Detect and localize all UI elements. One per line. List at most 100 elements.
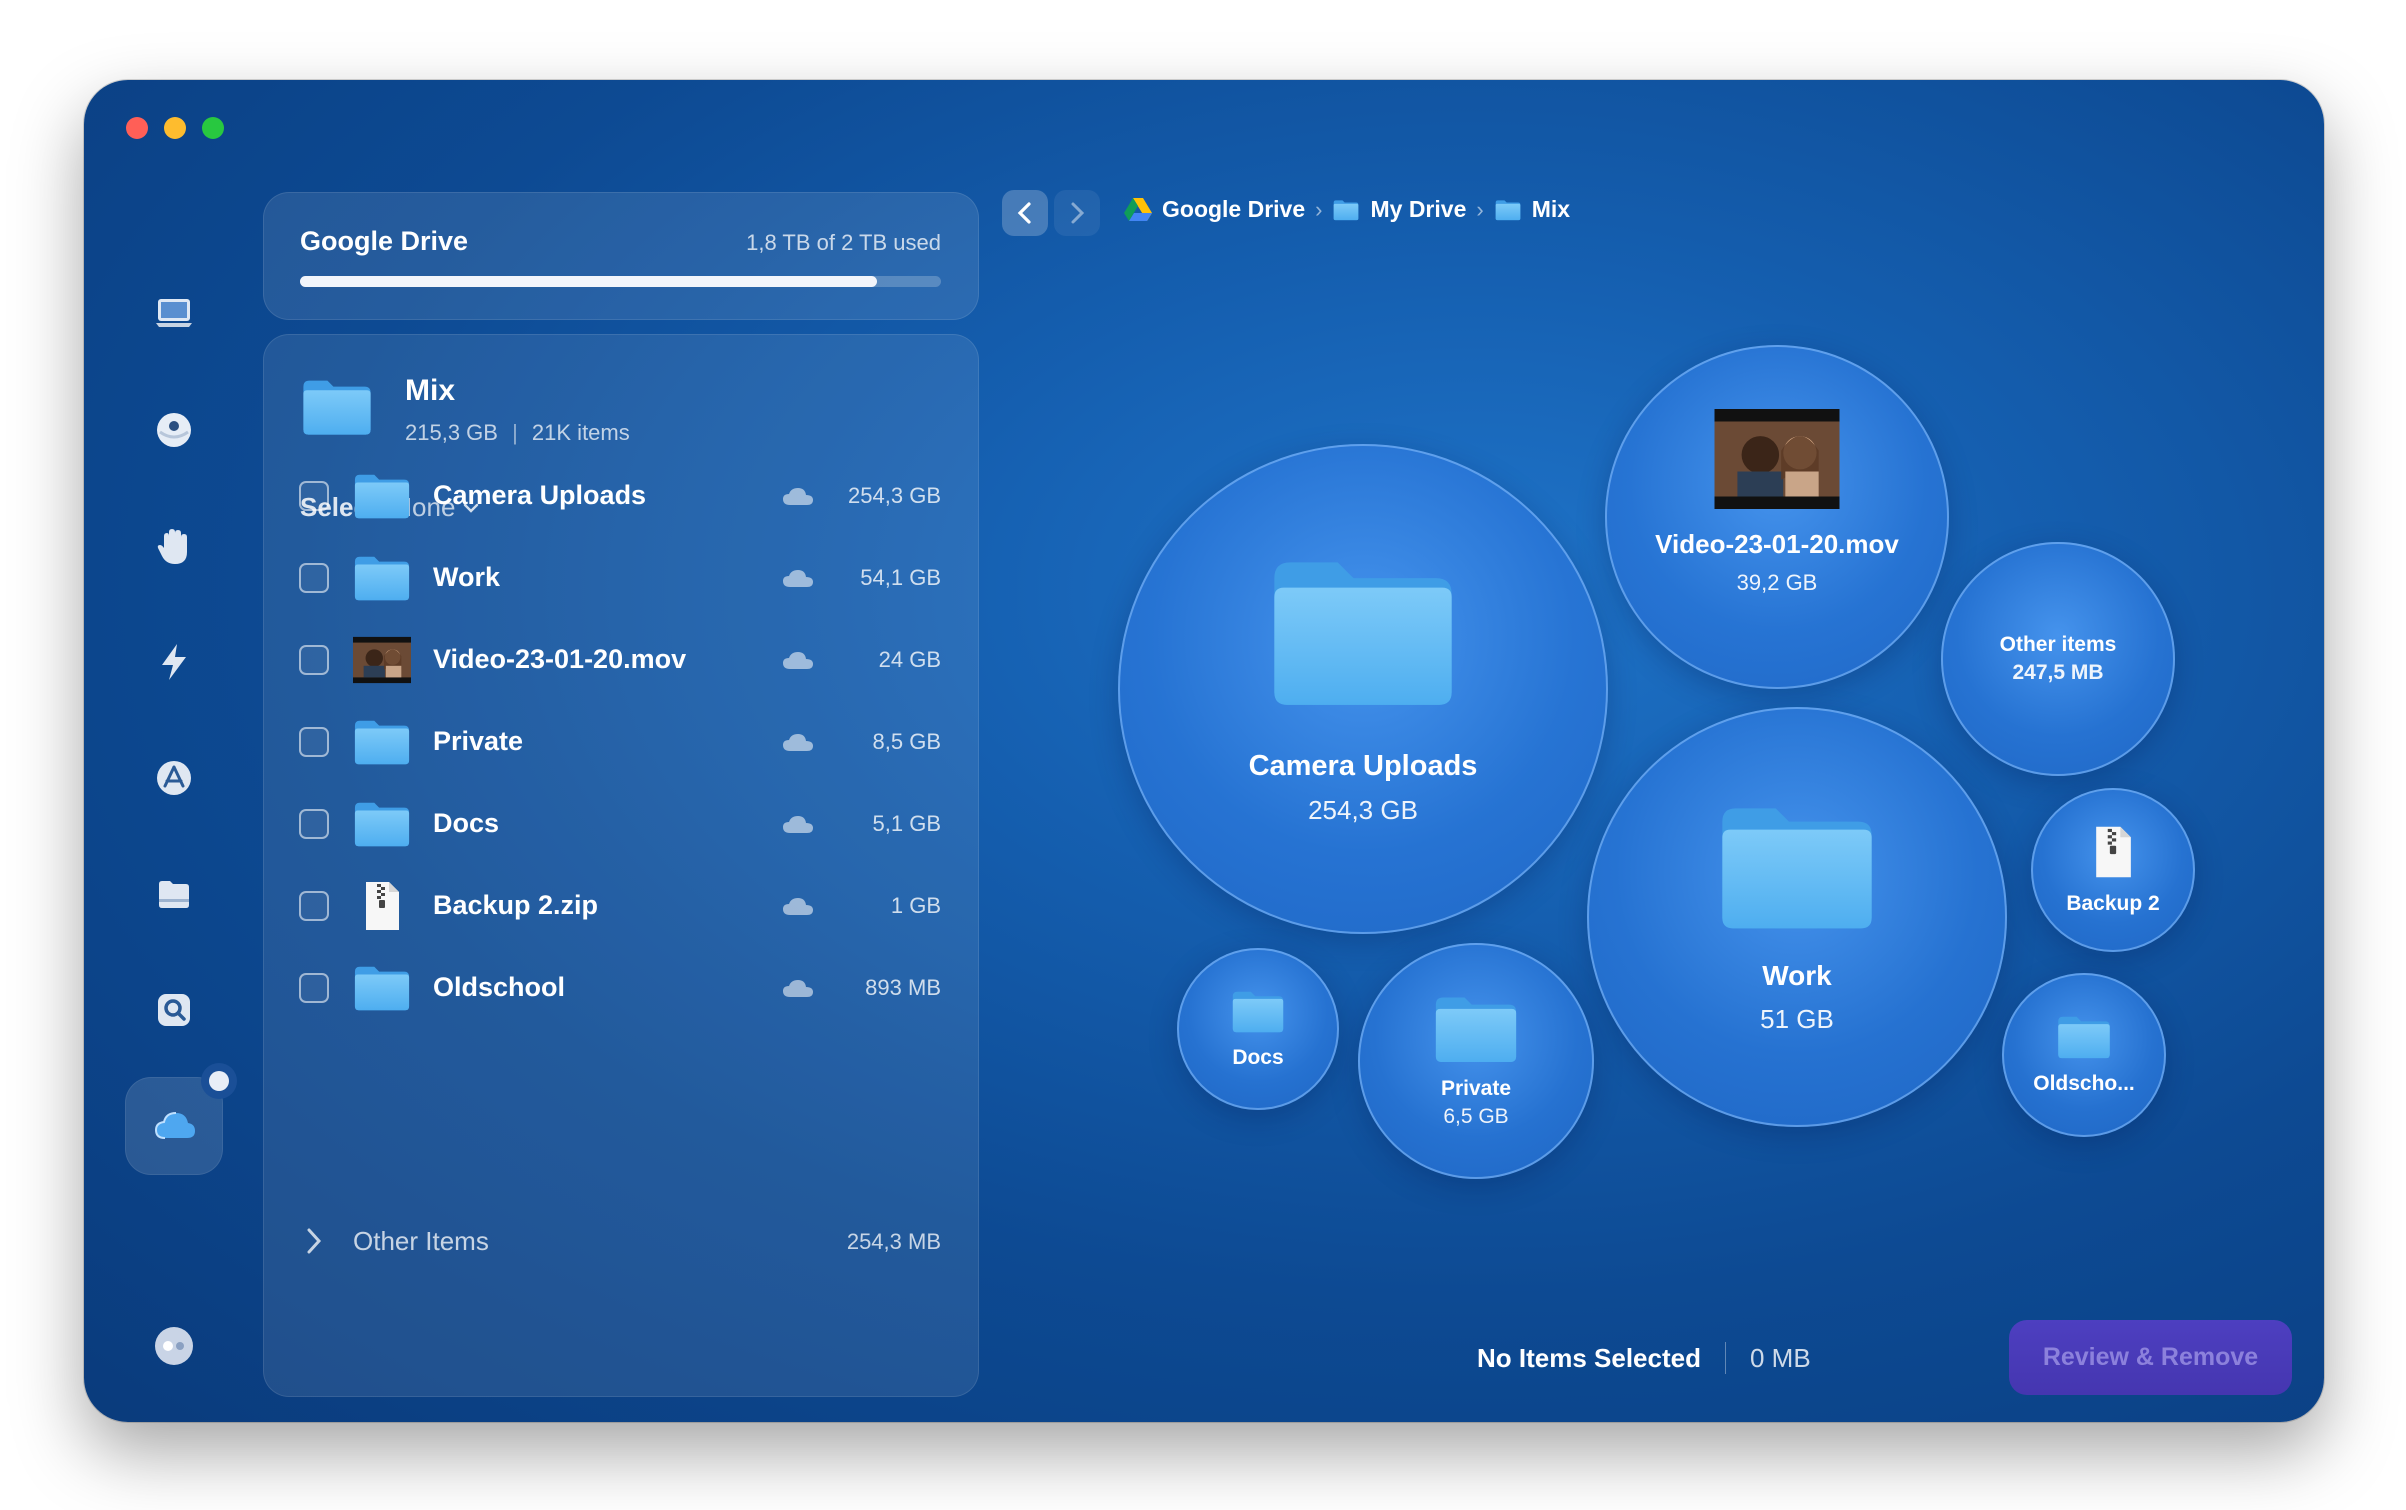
breadcrumb-my-drive[interactable]: My Drive <box>1332 196 1466 223</box>
list-item[interactable]: Private 8,5 GB <box>263 698 979 780</box>
item-checkbox[interactable] <box>299 563 329 593</box>
sidebar-my-clutter-icon[interactable] <box>150 870 198 918</box>
storage-usage-fill <box>300 276 877 287</box>
sidebar-applications-icon[interactable] <box>150 754 198 802</box>
other-items-label: Other Items <box>353 1226 489 1256</box>
drive-title: Google Drive <box>300 226 469 256</box>
item-name: Docs <box>433 808 500 838</box>
breadcrumb-google-drive[interactable]: Google Drive <box>1124 196 1305 223</box>
item-checkbox[interactable] <box>299 973 329 1003</box>
folder-title: Mix <box>405 374 456 407</box>
breadcrumb-label: Mix <box>1531 196 1571 222</box>
selection-status: No Items Selected 0 MB <box>1477 1342 1811 1374</box>
item-checkbox[interactable] <box>299 481 329 511</box>
breadcrumb-label: My Drive <box>1370 196 1467 222</box>
meta-separator: | <box>512 420 518 445</box>
folder-icon <box>353 470 411 522</box>
list-item[interactable]: Docs 5,1 GB <box>263 780 979 862</box>
bubble-video[interactable]: Video-23-01-20.mov 39,2 GB <box>1605 345 1949 689</box>
item-name: Backup 2.zip <box>433 890 599 920</box>
item-size: 893 MB <box>865 975 941 1000</box>
folder-icon <box>2056 1014 2112 1060</box>
bubble-name: Camera Uploads <box>1248 750 1478 782</box>
sidebar-space-lens-icon[interactable] <box>150 986 198 1034</box>
cloud-icon <box>782 978 814 998</box>
zip-file-icon <box>2092 824 2134 880</box>
folder-item-count: 21K items <box>531 420 630 445</box>
bubble-private[interactable]: Private 6,5 GB <box>1358 943 1594 1179</box>
bubble-size: 6,5 GB <box>1443 1105 1509 1128</box>
other-items-row[interactable]: Other Items 254,3 MB <box>263 1222 979 1262</box>
cloud-icon <box>782 568 814 588</box>
bubble-other-items[interactable]: Other items 247,5 MB <box>1941 542 2175 776</box>
folder-icon <box>1268 552 1458 712</box>
item-checkbox[interactable] <box>299 645 329 675</box>
video-thumbnail <box>353 634 411 686</box>
item-name: Work <box>433 562 501 592</box>
bubble-name: Other items <box>1999 633 2117 656</box>
item-name: Camera Uploads <box>433 480 647 510</box>
item-size: 254,3 GB <box>848 483 941 508</box>
list-item[interactable]: Video-23-01-20.mov 24 GB <box>263 616 979 698</box>
chevron-right-icon[interactable] <box>303 1224 325 1258</box>
bubble-name: Backup 2 <box>2066 892 2160 915</box>
drive-usage-text: 1,8 TB of 2 TB used <box>746 230 941 255</box>
folder-icon <box>353 716 411 768</box>
bubble-name: Work <box>1762 959 1832 991</box>
bubble-oldschool[interactable]: Oldscho... <box>2002 973 2166 1137</box>
forward-button[interactable] <box>1054 190 1100 236</box>
cloud-icon <box>782 814 814 834</box>
cloud-icon <box>151 1102 199 1150</box>
sidebar-smart-scan-icon[interactable] <box>150 289 198 337</box>
item-size: 24 GB <box>878 647 941 672</box>
item-checkbox[interactable] <box>299 809 329 839</box>
item-checkbox[interactable] <box>299 727 329 757</box>
list-item[interactable]: Oldschool 893 MB <box>263 944 979 1026</box>
selection-total-size: 0 MB <box>1749 1342 1811 1373</box>
storage-usage-bar <box>300 276 941 287</box>
item-size: 54,1 GB <box>860 565 941 590</box>
sidebar-protection-icon[interactable] <box>150 522 198 570</box>
list-item[interactable]: Work 54,1 GB <box>263 534 979 616</box>
bubble-docs[interactable]: Docs <box>1177 948 1339 1110</box>
breadcrumb-label: Google Drive <box>1162 196 1306 222</box>
folder-icon <box>1231 989 1285 1034</box>
folder-icon <box>353 962 411 1014</box>
folder-icon <box>1332 199 1360 221</box>
sidebar-cleanup-icon[interactable] <box>150 406 198 454</box>
breadcrumb-mix[interactable]: Mix <box>1494 196 1570 223</box>
bubble-camera-uploads[interactable]: Camera Uploads 254,3 GB <box>1118 444 1608 934</box>
video-thumbnail <box>1714 409 1840 509</box>
bubble-size: 39,2 GB <box>1736 569 1818 595</box>
bubble-size: 247,5 MB <box>2012 661 2104 684</box>
sidebar-performance-icon[interactable] <box>150 638 198 686</box>
assistant-icon[interactable] <box>150 1322 198 1370</box>
selection-status-text: No Items Selected <box>1477 1342 1701 1373</box>
chevron-left-icon <box>1017 202 1031 224</box>
list-item[interactable]: Camera Uploads 254,3 GB <box>263 452 979 534</box>
item-checkbox[interactable] <box>299 891 329 921</box>
item-size: 8,5 GB <box>872 729 941 754</box>
list-item[interactable]: Backup 2.zip 1 GB <box>263 862 979 944</box>
cloud-icon <box>782 732 814 752</box>
folder-icon <box>353 552 411 604</box>
folder-icon <box>1433 993 1519 1065</box>
google-drive-icon <box>1124 198 1152 221</box>
cloud-icon <box>782 486 814 506</box>
bubble-name: Private <box>1440 1077 1512 1100</box>
folder-icon <box>301 376 373 438</box>
close-window-button[interactable] <box>126 117 148 139</box>
bubble-backup[interactable]: Backup 2 <box>2031 788 2195 952</box>
minimize-window-button[interactable] <box>164 117 186 139</box>
cloud-icon <box>782 650 814 670</box>
folder-meta: 215,3 GB | 21K items <box>405 420 630 446</box>
breadcrumb: Google Drive › My Drive › Mix <box>1124 196 1570 223</box>
item-name: Private <box>433 726 524 756</box>
bubble-work[interactable]: Work 51 GB <box>1587 707 2007 1127</box>
item-name: Oldschool <box>433 972 566 1002</box>
folder-icon <box>1717 800 1877 934</box>
zoom-window-button[interactable] <box>202 117 224 139</box>
breadcrumb-separator: › <box>1315 196 1323 222</box>
back-button[interactable] <box>1002 190 1048 236</box>
review-remove-button[interactable]: Review & Remove <box>2009 1320 2292 1395</box>
